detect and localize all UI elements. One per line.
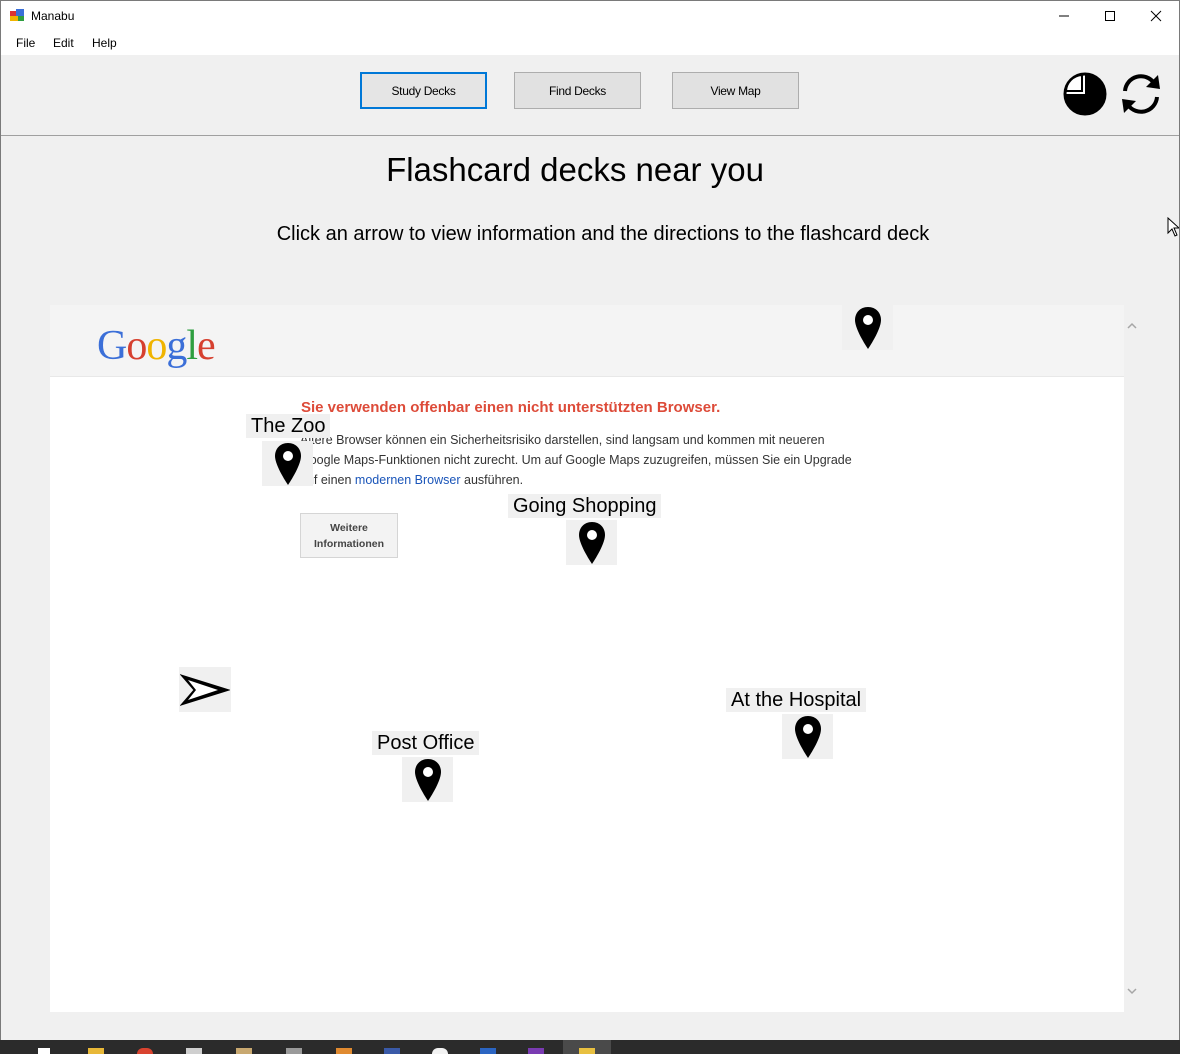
modern-browser-link[interactable]: modernen Browser (355, 473, 461, 487)
map-view[interactable]: Google Sie verwenden offenbar einen nich… (50, 305, 1140, 1012)
map-pin-icon (274, 442, 301, 485)
browser-warning-title: Sie verwenden offenbar einen nicht unter… (301, 399, 721, 416)
title-bar[interactable]: Manabu (1, 1, 1179, 31)
warning-line: Ältere Browser können ein Sicherheitsris… (300, 433, 825, 447)
map-pin-icon (854, 306, 881, 349)
vlc-icon[interactable] (336, 1048, 352, 1054)
map-marker-the-zoo[interactable] (262, 441, 313, 486)
marker-label-the-zoo: The Zoo (246, 414, 331, 438)
menu-file[interactable]: File (16, 36, 35, 50)
pie-chart-icon[interactable] (1062, 71, 1108, 117)
warning-line: Google Maps-Funktionen nicht zurecht. Um… (300, 453, 852, 467)
browser-warning-text: Ältere Browser können ein Sicherheitsris… (300, 430, 890, 490)
find-decks-button[interactable]: Find Decks (514, 72, 641, 109)
map-pin-icon (794, 715, 821, 758)
google-logo: Google (97, 323, 216, 369)
word-icon[interactable] (480, 1048, 496, 1054)
mouse-cursor-icon (1167, 217, 1179, 237)
map-marker[interactable] (842, 305, 893, 350)
chrome-icon[interactable] (137, 1048, 153, 1054)
more-info-label: Weitere (330, 521, 368, 534)
map-pin-icon (414, 758, 441, 801)
close-icon (1150, 10, 1162, 22)
map-scrollbar[interactable] (1124, 305, 1140, 1012)
view-map-button[interactable]: View Map (672, 72, 799, 109)
map-marker-going-shopping[interactable] (566, 520, 617, 565)
menu-edit[interactable]: Edit (53, 36, 74, 50)
app-icon-white[interactable] (432, 1048, 448, 1054)
window-title: Manabu (31, 9, 75, 23)
minimize-button[interactable] (1041, 1, 1087, 31)
refresh-icon[interactable] (1118, 71, 1164, 117)
arrow-icon (180, 673, 230, 706)
map-header: Google (50, 305, 1124, 377)
app-icon (10, 9, 24, 21)
marker-label-post-office: Post Office (372, 731, 480, 755)
more-info-label: Informationen (314, 537, 384, 550)
directions-arrow-button[interactable] (179, 667, 231, 712)
maximize-button[interactable] (1087, 1, 1133, 31)
marker-label-going-shopping: Going Shopping (508, 494, 662, 518)
page-title: Flashcard decks near you (386, 151, 764, 188)
manabu-app-icon (579, 1048, 595, 1054)
scroll-up-icon[interactable] (1127, 321, 1137, 331)
study-decks-button[interactable]: Study Decks (360, 72, 487, 109)
warning-line: auf einen modernen Browser ausführen. (300, 470, 890, 490)
taskbar-active-app[interactable] (563, 1040, 611, 1054)
close-button[interactable] (1133, 1, 1179, 31)
paint-icon[interactable] (236, 1048, 252, 1054)
warning-text: ausführen. (460, 473, 524, 487)
menu-bar: File Edit Help (1, 31, 1179, 55)
start-icon[interactable] (38, 1048, 50, 1054)
visual-studio-icon[interactable] (528, 1048, 544, 1054)
taskbar (0, 1040, 1180, 1054)
scroll-down-icon[interactable] (1127, 986, 1137, 996)
more-info-button[interactable]: Weitere Informationen (300, 513, 398, 558)
page-subtitle: Click an arrow to view information and t… (276, 223, 930, 245)
app-window: Manabu File Edit Help Study Decks Find D… (0, 0, 1180, 1042)
notepad-icon[interactable] (186, 1048, 202, 1054)
file-explorer-icon[interactable] (88, 1048, 104, 1054)
calculator-icon[interactable] (286, 1048, 302, 1054)
toolbar-divider (1, 135, 1179, 136)
map-marker-at-the-hospital[interactable] (782, 714, 833, 759)
app-icon-blue[interactable] (384, 1048, 400, 1054)
map-pin-icon (578, 521, 605, 564)
maximize-icon (1105, 11, 1115, 21)
marker-label-at-the-hospital: At the Hospital (726, 688, 867, 712)
map-marker-post-office[interactable] (402, 757, 453, 802)
menu-help[interactable]: Help (92, 36, 117, 50)
minimize-icon (1059, 15, 1069, 17)
